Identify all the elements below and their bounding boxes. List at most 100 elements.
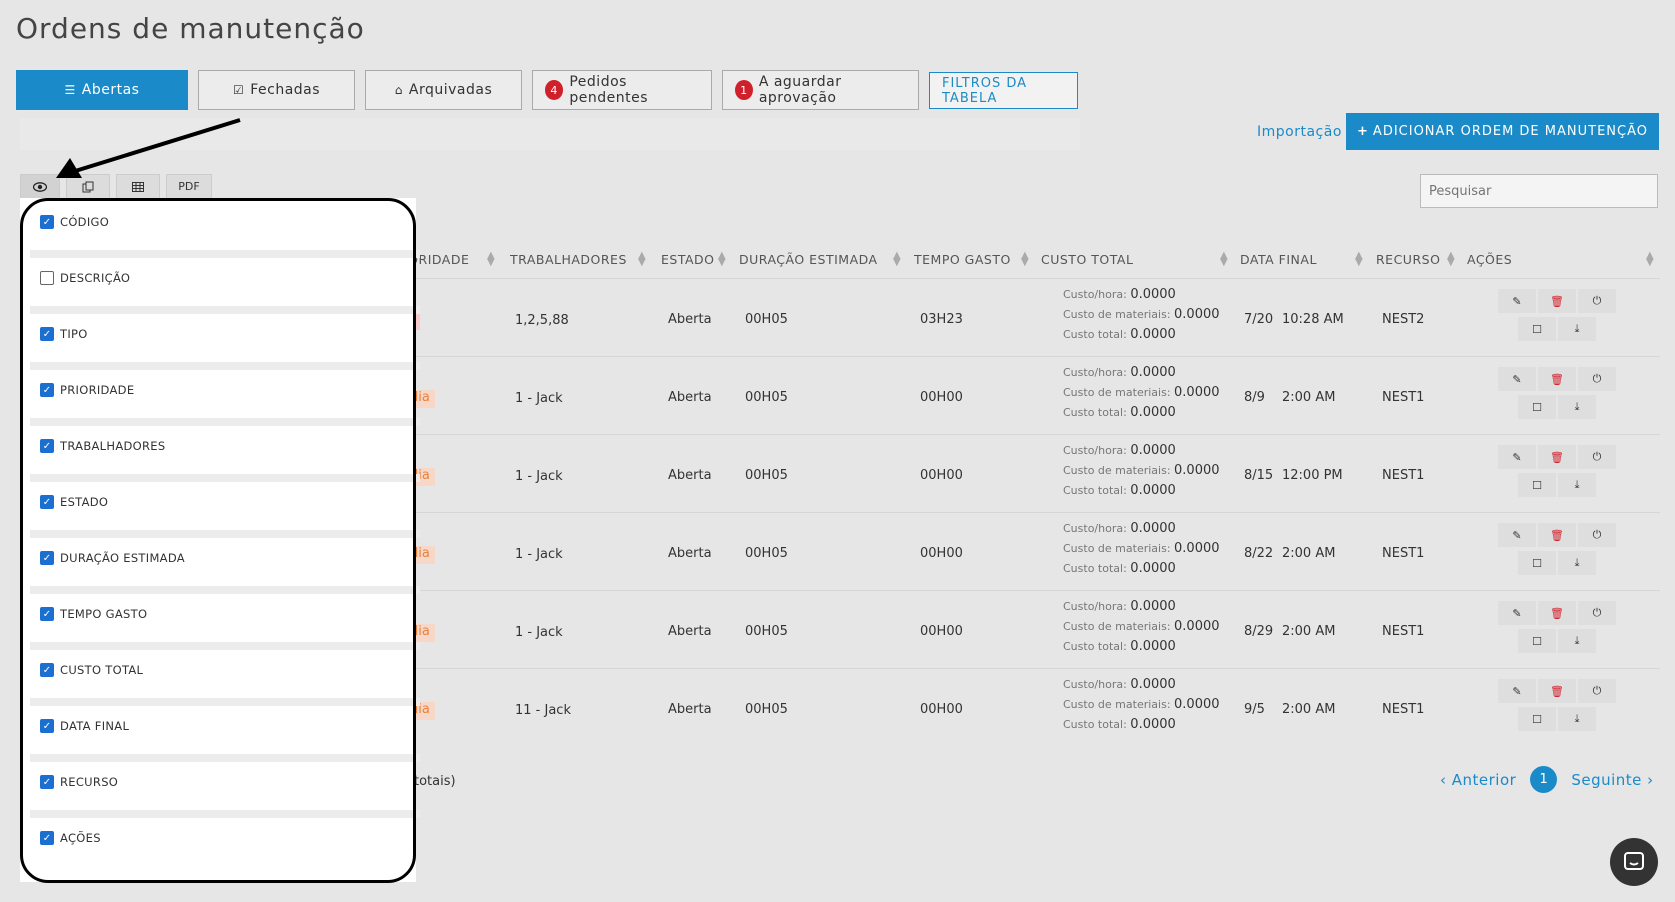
cost-hour-label: Custo/hora: [1063, 444, 1127, 457]
import-link[interactable]: Importação [1257, 124, 1342, 140]
sort-icon[interactable]: ▲ ▼ [487, 251, 495, 268]
chat-launcher-button[interactable] [1610, 838, 1658, 886]
divider [30, 306, 420, 314]
column-toggle-item[interactable]: DESCRIÇÃO [30, 258, 408, 306]
divider [30, 810, 420, 818]
close-order-button[interactable]: ⏻ [1578, 289, 1616, 313]
tab-pedidos-pendentes[interactable]: 4 Pedidos pendentes [532, 70, 712, 110]
current-page-button[interactable]: 1 [1530, 766, 1558, 793]
delete-button[interactable]: 🗑 [1538, 601, 1576, 625]
sort-icon[interactable]: ▲ ▼ [638, 251, 646, 268]
checkbox[interactable]: ✓ [40, 215, 54, 229]
close-order-button[interactable]: ⏻ [1578, 367, 1616, 391]
checkbox[interactable]: ✓ [40, 663, 54, 677]
column-toggle-item[interactable]: ✓ DATA FINAL [30, 706, 408, 754]
checkbox[interactable]: ✓ [40, 775, 54, 789]
eye-icon [33, 181, 47, 192]
sort-icon[interactable]: ▲ ▼ [1646, 251, 1654, 268]
end-date-cell: 8/9 [1244, 390, 1265, 405]
col-header-resource[interactable]: RECURSO [1376, 252, 1440, 267]
download-button[interactable]: ⤓ [1558, 317, 1596, 341]
archive-button[interactable]: ☐ [1518, 395, 1556, 419]
close-order-button[interactable]: ⏻ [1578, 445, 1616, 469]
checkbox[interactable]: ✓ [40, 327, 54, 341]
close-order-button[interactable]: ⏻ [1578, 679, 1616, 703]
sort-icon[interactable]: ▲ ▼ [893, 251, 901, 268]
add-maintenance-order-button[interactable]: + ADICIONAR ORDEM DE MANUTENÇÃO [1346, 113, 1659, 150]
cost-total-label: Custo total: [1063, 328, 1127, 341]
column-toggle-item[interactable]: ✓ DURAÇÃO ESTIMADA [30, 538, 408, 586]
search-input[interactable] [1420, 174, 1658, 208]
sort-icon[interactable]: ▲ ▼ [1220, 251, 1228, 268]
checkbox[interactable]: ✓ [40, 383, 54, 397]
archive-button[interactable]: ☐ [1518, 629, 1556, 653]
delete-button[interactable]: 🗑 [1538, 679, 1576, 703]
edit-button[interactable]: ✎ [1498, 679, 1536, 703]
delete-button[interactable]: 🗑 [1538, 523, 1576, 547]
previous-page-link[interactable]: ‹ Anterior [1440, 771, 1516, 789]
column-toggle-item[interactable]: ✓ RECURSO [30, 762, 408, 810]
next-page-link[interactable]: Seguinte › [1571, 771, 1653, 789]
archive-button[interactable]: ☐ [1518, 707, 1556, 731]
col-header-total-cost[interactable]: CUSTO TOTAL [1041, 252, 1133, 267]
col-header-end-date[interactable]: DATA FINAL [1240, 252, 1317, 267]
edit-button[interactable]: ✎ [1498, 445, 1536, 469]
cost-hour-value: 0.0000 [1130, 521, 1176, 536]
download-icon: ⤓ [1574, 634, 1580, 647]
column-toggle-item[interactable]: ✓ TEMPO GASTO [30, 594, 408, 642]
column-toggle-item[interactable]: ✓ TIPO [30, 314, 408, 362]
archive-button[interactable]: ☐ [1518, 473, 1556, 497]
time-spent-cell: 00H00 [920, 702, 963, 717]
delete-button[interactable]: 🗑 [1538, 445, 1576, 469]
col-header-estimated-duration[interactable]: DURAÇÃO ESTIMADA [739, 252, 878, 267]
column-toggle-item[interactable]: ✓ TRABALHADORES [30, 426, 408, 474]
tab-fechadas[interactable]: ☑ Fechadas [198, 70, 355, 110]
column-toggle-item[interactable]: ✓ AÇÕES [30, 818, 408, 866]
column-toggle-item[interactable]: ✓ PRIORIDADE [30, 370, 408, 418]
delete-button[interactable]: 🗑 [1538, 367, 1576, 391]
edit-button[interactable]: ✎ [1498, 289, 1536, 313]
sort-icon[interactable]: ▲ ▼ [1355, 251, 1363, 268]
edit-button[interactable]: ✎ [1498, 601, 1536, 625]
table-row: édia 1 - Jack Aberta 00H05 00H00 Custo/h… [400, 590, 1660, 668]
checkbox[interactable]: ✓ [40, 719, 54, 733]
sort-icon[interactable]: ▲ ▼ [718, 251, 726, 268]
column-toggle-item[interactable]: ✓ CÓDIGO [30, 202, 408, 250]
workers-cell: 1 - Jack [515, 391, 563, 406]
cost-total-value: 0.0000 [1130, 405, 1176, 420]
archive-button[interactable]: ☐ [1518, 317, 1556, 341]
archive-button[interactable]: ☐ [1518, 551, 1556, 575]
end-time-cell: 12:00 PM [1282, 468, 1343, 483]
tab-arquivadas[interactable]: ⌂ Arquivadas [365, 70, 522, 110]
column-toggle-label: ESTADO [60, 495, 109, 509]
power-icon: ⏻ [1592, 606, 1602, 619]
cost-total-label: Custo total: [1063, 562, 1127, 575]
tab-abertas[interactable]: ☰ Abertas [16, 70, 188, 110]
divider [30, 698, 420, 706]
close-order-button[interactable]: ⏻ [1578, 523, 1616, 547]
checkbox[interactable]: ✓ [40, 495, 54, 509]
column-toggle-item[interactable]: ✓ ESTADO [30, 482, 408, 530]
download-button[interactable]: ⤓ [1558, 395, 1596, 419]
download-button[interactable]: ⤓ [1558, 473, 1596, 497]
tab-aguardar-aprovacao[interactable]: 1 A aguardar aprovação [722, 70, 919, 110]
checkbox[interactable] [40, 271, 54, 285]
col-header-state[interactable]: ESTADO [661, 252, 715, 267]
checkbox[interactable]: ✓ [40, 607, 54, 621]
delete-button[interactable]: 🗑 [1538, 289, 1576, 313]
download-button[interactable]: ⤓ [1558, 707, 1596, 731]
table-filters-button[interactable]: FILTROS DA TABELA [929, 72, 1078, 109]
edit-button[interactable]: ✎ [1498, 367, 1536, 391]
column-toggle-item[interactable]: ✓ CUSTO TOTAL [30, 650, 408, 698]
checkbox[interactable]: ✓ [40, 439, 54, 453]
sort-icon[interactable]: ▲ ▼ [1021, 251, 1029, 268]
col-header-time-spent[interactable]: TEMPO GASTO [914, 252, 1011, 267]
sort-icon[interactable]: ▲ ▼ [1447, 251, 1455, 268]
close-order-button[interactable]: ⏻ [1578, 601, 1616, 625]
col-header-workers[interactable]: TRABALHADORES [510, 252, 627, 267]
download-button[interactable]: ⤓ [1558, 629, 1596, 653]
download-button[interactable]: ⤓ [1558, 551, 1596, 575]
checkbox[interactable]: ✓ [40, 831, 54, 845]
checkbox[interactable]: ✓ [40, 551, 54, 565]
edit-button[interactable]: ✎ [1498, 523, 1536, 547]
